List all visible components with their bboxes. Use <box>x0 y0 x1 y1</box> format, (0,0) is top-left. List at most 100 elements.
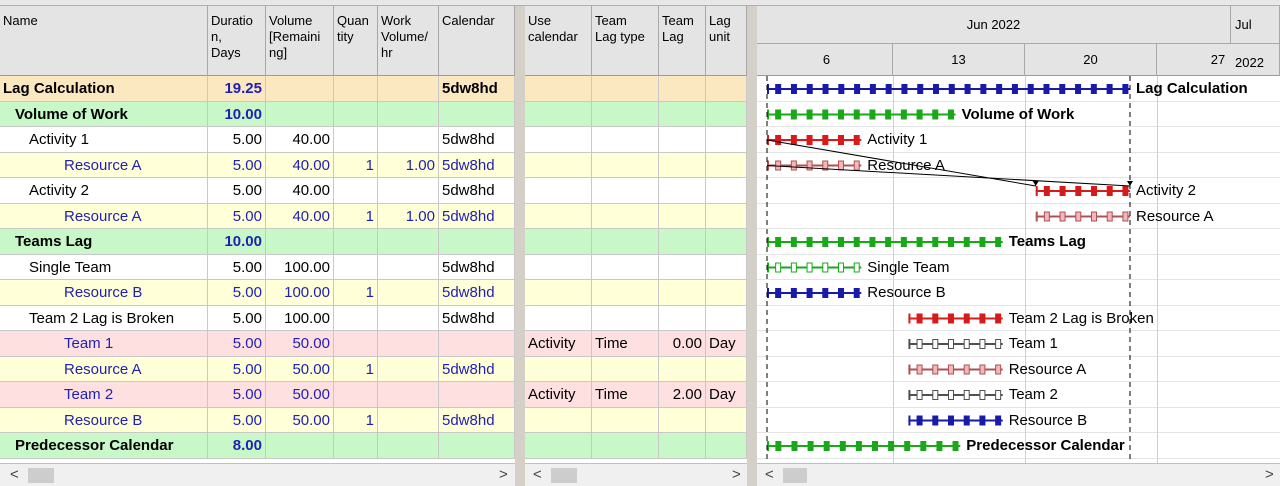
cell-calendar[interactable] <box>439 101 515 127</box>
bar-block[interactable] <box>888 441 895 451</box>
bar-block[interactable] <box>853 109 860 120</box>
bar-block[interactable] <box>806 288 813 298</box>
bar-block[interactable] <box>979 415 986 426</box>
cell-teamlag[interactable] <box>659 254 706 280</box>
cell-teamlag[interactable] <box>659 229 706 254</box>
pane-splitter[interactable] <box>747 6 757 486</box>
bar-block[interactable] <box>806 84 813 94</box>
table-row[interactable] <box>525 305 747 331</box>
cell-calendar[interactable]: 5dw8hd <box>439 178 515 203</box>
bar-block[interactable] <box>901 84 908 94</box>
table-row[interactable] <box>525 152 747 178</box>
bar-block[interactable] <box>839 441 846 451</box>
cell-quantity[interactable] <box>334 382 378 407</box>
bar-block[interactable] <box>822 135 829 145</box>
cell-lagtype[interactable] <box>592 280 659 305</box>
bar-block[interactable] <box>948 84 955 94</box>
bar-block[interactable] <box>869 237 876 247</box>
bar-block[interactable] <box>1043 186 1050 196</box>
bar-block[interactable] <box>1075 211 1082 222</box>
cell-lagunit[interactable] <box>706 127 747 152</box>
cell-quantity[interactable]: 1 <box>334 407 378 433</box>
table-row[interactable]: Volume of Work 10.00 <box>0 101 515 127</box>
cell-quantity[interactable] <box>334 178 378 203</box>
table-row[interactable]: Activity 1 5.00 40.00 5dw8hd <box>0 127 515 153</box>
cell-lagtype[interactable] <box>592 407 659 433</box>
bar-block[interactable] <box>1059 84 1066 94</box>
bar-block[interactable] <box>995 339 1002 349</box>
bar-block[interactable] <box>948 339 954 349</box>
bar-block[interactable] <box>979 313 986 324</box>
cell-name[interactable]: Resource A <box>0 356 208 382</box>
bar-block[interactable] <box>964 84 971 94</box>
column-header-volume[interactable]: Volume [Remaini ng] <box>266 6 334 76</box>
cell-calendar[interactable] <box>439 331 515 356</box>
cell-usecal[interactable] <box>525 76 592 101</box>
cell-volume[interactable]: 40.00 <box>266 152 334 178</box>
bar-block[interactable] <box>853 262 860 273</box>
cell-lagunit[interactable] <box>706 433 747 458</box>
cell-lagtype[interactable] <box>592 203 659 229</box>
cell-workvol[interactable] <box>378 254 439 280</box>
column-header-quantity[interactable]: Quan tity <box>334 6 378 76</box>
cell-name[interactable]: Lag Calculation <box>0 76 208 101</box>
bar-block[interactable] <box>1106 84 1113 94</box>
cell-duration[interactable]: 5.00 <box>208 356 266 382</box>
bar-block[interactable] <box>1075 84 1082 94</box>
cell-workvol[interactable] <box>378 76 439 101</box>
cell-volume[interactable]: 50.00 <box>266 356 334 382</box>
cell-workvol[interactable] <box>378 407 439 433</box>
cell-workvol[interactable] <box>378 305 439 331</box>
team-lag-scrollbar[interactable]: < > <box>525 463 747 486</box>
bar-block[interactable] <box>963 415 970 426</box>
table-row[interactable]: Resource A 5.00 50.00 1 5dw8hd <box>0 356 515 382</box>
bar-block[interactable] <box>822 109 829 120</box>
cell-duration[interactable]: 5.00 <box>208 280 266 305</box>
bar-block[interactable] <box>979 237 986 247</box>
bar-block[interactable] <box>996 84 1003 94</box>
cell-workvol[interactable] <box>378 280 439 305</box>
cell-teamlag[interactable]: 0.00 <box>659 331 706 356</box>
bar-block[interactable] <box>806 109 813 120</box>
bar-block[interactable] <box>1106 211 1113 222</box>
cell-lagunit[interactable] <box>706 254 747 280</box>
cell-volume[interactable]: 100.00 <box>266 254 334 280</box>
bar-block[interactable] <box>995 313 1002 324</box>
cell-usecal[interactable] <box>525 254 592 280</box>
cell-name[interactable]: Resource A <box>0 152 208 178</box>
scroll-left-icon[interactable]: < <box>10 464 19 486</box>
bar-block[interactable] <box>838 262 844 273</box>
cell-lagtype[interactable] <box>592 433 659 458</box>
bar-block[interactable] <box>1091 186 1097 196</box>
cell-teamlag[interactable] <box>659 305 706 331</box>
bar-block[interactable] <box>775 135 782 145</box>
cell-duration[interactable]: 5.00 <box>208 203 266 229</box>
cell-name[interactable]: Single Team <box>0 254 208 280</box>
bar-block[interactable] <box>995 237 1002 247</box>
cell-calendar[interactable]: 5dw8hd <box>439 152 515 178</box>
cell-calendar[interactable]: 5dw8hd <box>439 203 515 229</box>
table-row[interactable] <box>525 407 747 433</box>
cell-lagtype[interactable] <box>592 356 659 382</box>
bar-block[interactable] <box>963 339 970 349</box>
table-row[interactable]: Single Team 5.00 100.00 5dw8hd <box>0 254 515 280</box>
bar-block[interactable] <box>933 84 940 94</box>
bar-block[interactable] <box>790 237 797 247</box>
cell-duration[interactable]: 5.00 <box>208 254 266 280</box>
cell-workvol[interactable]: 1.00 <box>378 203 439 229</box>
cell-quantity[interactable] <box>334 229 378 254</box>
bar-block[interactable] <box>822 288 829 298</box>
cell-duration[interactable]: 8.00 <box>208 433 266 458</box>
bar-block[interactable] <box>1122 186 1129 196</box>
cell-name[interactable]: Resource B <box>0 280 208 305</box>
cell-name[interactable]: Resource B <box>0 407 208 433</box>
bar-block[interactable] <box>885 109 892 120</box>
cell-duration[interactable]: 5.00 <box>208 331 266 356</box>
bar-block[interactable] <box>853 288 860 298</box>
table-row[interactable]: Activity 2 5.00 40.00 5dw8hd <box>0 178 515 204</box>
bar-block[interactable] <box>838 84 845 94</box>
cell-name[interactable]: Resource A <box>0 203 208 229</box>
bar-block[interactable] <box>948 390 954 400</box>
bar-block[interactable] <box>932 237 939 247</box>
column-header-lagtype[interactable]: Team Lag type <box>592 6 659 76</box>
